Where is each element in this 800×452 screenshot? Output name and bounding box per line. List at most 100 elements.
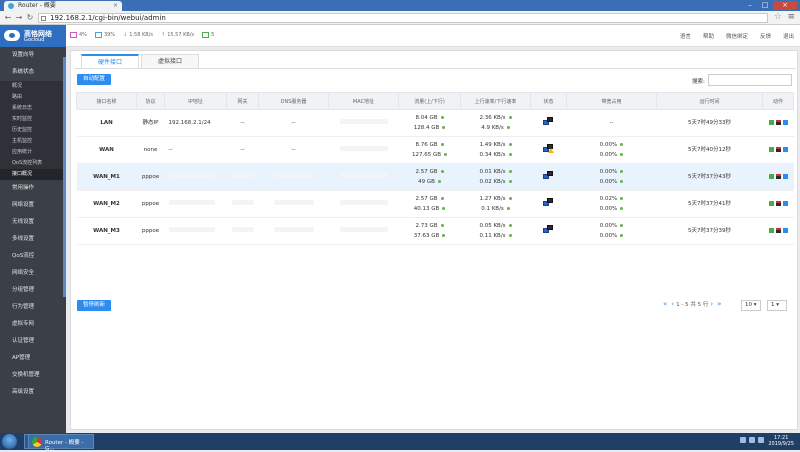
minimize-button[interactable]: – [743,1,757,10]
sidebar-sub-app-stats[interactable]: 应用统计 [0,147,66,158]
col-header[interactable]: 流量(上/下行) [398,92,461,110]
sidebar-item-system-status[interactable]: 系统状态 [0,64,66,81]
sidebar-item-multiline[interactable]: 多线设置 [0,231,66,248]
status-dot-icon [620,143,624,146]
tab-close-icon[interactable]: × [113,1,118,11]
back-icon[interactable]: ← [3,13,13,23]
browser-menu-icon[interactable]: ≡ [787,12,795,22]
tray-volume-icon[interactable] [758,437,764,443]
sidebar-item-setup-wizard[interactable]: 设置向导 [0,47,66,64]
forward-icon[interactable]: → [14,13,24,23]
tray-network-icon[interactable] [749,437,755,443]
sidebar-item-advanced[interactable]: 高级设置 [0,384,66,401]
edit-icon[interactable] [768,147,774,152]
col-header[interactable]: 状态 [530,92,567,110]
sidebar-sub-history-monitor[interactable]: 历史监控 [0,125,66,136]
disconnect-icon[interactable] [775,228,781,233]
pause-refresh-button[interactable]: 暂停刷新 [77,300,112,311]
table-row[interactable]: LAN 静态IP 192.168.2.1/24 -- -- 8.04 GB 128.4 GB… [76,109,794,137]
status-dot-icon [620,180,624,183]
table-row[interactable]: WAN_M1 pppoe 2.57 GB 49 GB 0.01 KB/s 0.02 KB/… [76,163,794,191]
col-header[interactable]: 网关 [226,92,259,110]
table-row[interactable]: WAN none -- -- -- 8.76 GB 127.65 GB 1.49 KB/s 0.… [76,136,794,164]
sidebar-item-ap[interactable]: AP管理 [0,350,66,367]
col-header[interactable]: 协议 [136,92,165,110]
taskbar-chrome-item[interactable]: Router - 概要 - G... [28,434,94,452]
tray-flag-icon[interactable] [740,437,746,443]
interface-gateway: -- [226,136,259,164]
sidebar-sub-overview[interactable]: 概况 [0,81,66,92]
search-input[interactable] [708,74,792,86]
page-number-select[interactable]: 1 ▾ [767,300,787,311]
start-button[interactable] [2,434,17,449]
col-header[interactable]: IP地址 [164,92,227,110]
cpu-icon [70,32,77,38]
sidebar-item-network-settings[interactable]: 网络设置 [0,197,66,214]
redacted-text [339,200,388,205]
tab-virtual-interface[interactable]: 虚拟接口 [141,54,199,68]
sidebar-item-wireless[interactable]: 无线设置 [0,214,66,231]
col-header[interactable]: 上行速率/下行速率 [460,92,531,110]
sidebar-item-qos[interactable]: QoS流控 [0,248,66,265]
sidebar-item-vpn[interactable]: 虚拟专网 [0,316,66,333]
disconnect-icon[interactable] [775,120,781,125]
table-row[interactable]: WAN_M3 pppoe 2.73 GB 37.63 GB 0.05 KB/s 0.11 … [76,217,794,245]
col-header[interactable]: MAC地址 [328,92,399,110]
sidebar-item-common-ops[interactable]: 常用操作 [0,180,66,197]
check-icon[interactable] [782,120,788,125]
col-header[interactable]: 动作 [762,92,794,110]
feedback-link[interactable]: 反馈 [760,32,771,40]
last-page-icon[interactable]: » [717,300,721,308]
first-page-icon[interactable]: « [663,300,667,308]
url-input[interactable]: 192.168.2.1/cgi-bin/webui/admin [38,13,768,23]
sidebar-sub-routing[interactable]: 路由 [0,92,66,103]
sidebar-sub-host-monitor[interactable]: 主机监控 [0,136,66,147]
edit-icon[interactable] [768,120,774,125]
sidebar-scrollbar[interactable] [63,57,66,297]
sidebar-sub-interface-overview[interactable]: 接口概况 [0,169,66,180]
next-page-icon[interactable]: › [710,300,713,308]
edit-icon[interactable] [768,201,774,206]
wechat-bind-link[interactable]: 微信绑定 [726,32,748,40]
prev-page-icon[interactable]: ‹ [671,300,674,308]
browser-tab[interactable]: Router - 概要 × [4,1,122,11]
edit-icon[interactable] [768,228,774,233]
edit-icon[interactable] [768,174,774,179]
bookmark-star-icon[interactable]: ☆ [774,12,782,22]
sidebar-item-behavior[interactable]: 行为管理 [0,299,66,316]
sidebar-sub-realtime-monitor[interactable]: 实时监控 [0,114,66,125]
help-link[interactable]: 帮助 [703,32,714,40]
status-dot-icon [508,180,512,183]
page-size-select[interactable]: 10 ▾ [741,300,761,311]
interface-actions [762,136,794,164]
disconnect-icon[interactable] [775,174,781,179]
col-header[interactable]: DNS服务器 [258,92,329,110]
col-header[interactable]: 带宽占用 [566,92,657,110]
tab-hardware-interface[interactable]: 硬件接口 [81,54,139,68]
check-icon[interactable] [782,174,788,179]
language-link[interactable]: 语言 [680,32,691,40]
sidebar-sub-system-log[interactable]: 系统日志 [0,103,66,114]
clock[interactable]: 17:21 2019/9/25 [768,435,794,447]
logout-link[interactable]: 退出 [783,32,794,40]
disconnect-icon[interactable] [775,147,781,152]
sidebar-item-security[interactable]: 网络安全 [0,265,66,282]
logo[interactable]: 高恪网络 Gocloud [0,25,66,47]
maximize-button[interactable]: □ [758,1,772,10]
interface-mac [328,136,399,164]
redacted-text [231,227,254,232]
check-icon[interactable] [782,147,788,152]
table-row[interactable]: WAN_M2 pppoe 2.57 GB 40.13 GB 1.27 KB/s 0.1 K… [76,190,794,218]
sidebar-item-switch[interactable]: 交换机管理 [0,367,66,384]
sidebar-item-groups[interactable]: 分组管理 [0,282,66,299]
col-header[interactable]: 接口名称 [76,92,137,110]
reload-icon[interactable]: ↻ [25,13,35,23]
auto-config-button[interactable]: 自动配置 [77,74,112,85]
window-close-button[interactable]: × [773,1,797,10]
check-icon[interactable] [782,201,788,206]
col-header[interactable]: 运行时间 [656,92,763,110]
check-icon[interactable] [782,228,788,233]
disconnect-icon[interactable] [775,201,781,206]
sidebar-sub-qos-list[interactable]: QoS流控列表 [0,158,66,169]
sidebar-item-auth[interactable]: 认证管理 [0,333,66,350]
